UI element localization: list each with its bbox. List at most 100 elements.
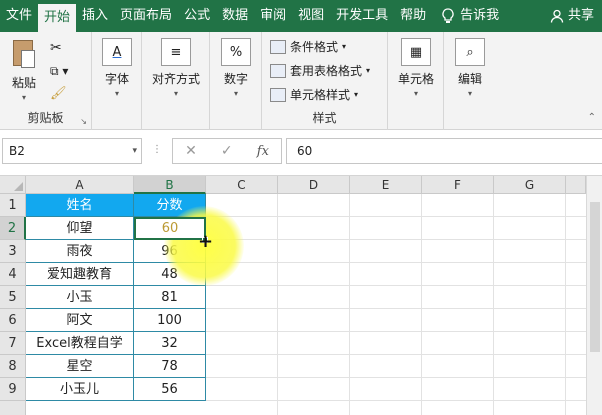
table-cell-name[interactable]: Excel教程自学	[26, 332, 134, 355]
paste-dropdown-icon[interactable]: ▾	[2, 93, 46, 102]
worksheet-grid[interactable]: A B C D E F G 1 2 3 4 5 6 7 8 9 姓名 分数 仰望…	[0, 176, 602, 415]
dialog-launcher-icon[interactable]: ↘	[80, 117, 87, 126]
row-header-7[interactable]: 7	[0, 332, 26, 355]
active-cell-b2[interactable]: 60	[134, 217, 206, 240]
conditional-formatting-label: 条件格式	[290, 40, 339, 54]
tab-developer[interactable]: 开发工具	[330, 0, 394, 32]
align-icon: ≡	[161, 38, 191, 66]
alignment-dropdown-icon: ▾	[173, 89, 178, 98]
vertical-scrollbar[interactable]	[586, 176, 602, 415]
cells-label: 单元格	[397, 72, 434, 86]
share-button[interactable]: 共享	[544, 0, 602, 32]
table-cell-name[interactable]: 小玉	[26, 286, 134, 309]
scrollbar-thumb[interactable]	[590, 202, 600, 352]
format-painter-icon[interactable]: 🖌	[50, 86, 67, 101]
select-all-button[interactable]	[0, 176, 26, 194]
cell-styles-button[interactable]: 单元格样式 ▾	[270, 86, 358, 103]
table-cell-score[interactable]: 96	[134, 240, 206, 263]
column-header-b[interactable]: B	[134, 176, 206, 194]
table-cell-score[interactable]: 56	[134, 378, 206, 401]
conditional-formatting-icon	[270, 39, 286, 54]
tab-help[interactable]: 帮助	[394, 0, 432, 32]
editing-dropdown-icon: ▾	[467, 89, 472, 98]
tab-home[interactable]: 开始	[38, 4, 77, 32]
share-label: 共享	[567, 8, 594, 23]
paste-icon	[11, 38, 37, 70]
table-header-name[interactable]: 姓名	[26, 194, 134, 217]
tab-page-layout[interactable]: 页面布局	[114, 0, 178, 32]
conditional-formatting-button[interactable]: 条件格式 ▾	[270, 38, 346, 55]
ribbon-tab-bar: 文件 开始 插入 页面布局 公式 数据 审阅 视图 开发工具 帮助 告诉我 共享	[0, 0, 602, 32]
name-box-value: B2	[9, 144, 25, 158]
table-cell-name[interactable]: 星空	[26, 355, 134, 378]
row-header-9[interactable]: 9	[0, 378, 26, 401]
crosshair-cursor-icon: +	[198, 231, 214, 252]
table-cell-name[interactable]: 小玉儿	[26, 378, 134, 401]
editing-button[interactable]: ⌕ 编辑 ▾	[444, 38, 496, 98]
editing-label: 编辑	[457, 72, 482, 86]
row-header-5[interactable]: 5	[0, 286, 26, 309]
font-group: A 字体 ▾	[92, 32, 142, 130]
enter-icon[interactable]: ✓	[221, 143, 233, 159]
column-header-c[interactable]: C	[206, 176, 278, 194]
tab-review[interactable]: 审阅	[254, 0, 292, 32]
table-cell-name[interactable]: 仰望	[26, 217, 134, 240]
row-header-3[interactable]: 3	[0, 240, 26, 263]
table-cell-score[interactable]: 48	[134, 263, 206, 286]
table-cell-score[interactable]: 81	[134, 286, 206, 309]
gridline	[277, 194, 278, 415]
column-header-f[interactable]: F	[422, 176, 494, 194]
row-header-1[interactable]: 1	[0, 194, 26, 217]
formula-bar-splitter-icon[interactable]: ⋮	[152, 144, 162, 155]
alignment-label: 对齐方式	[151, 72, 200, 86]
tab-data[interactable]: 数据	[216, 0, 254, 32]
font-button[interactable]: A 字体 ▾	[92, 38, 142, 98]
clipboard-group-label: 剪贴板	[27, 111, 64, 125]
name-box-dropdown-icon[interactable]: ▾	[132, 139, 137, 163]
table-cell-score[interactable]: 100	[134, 309, 206, 332]
person-icon	[550, 9, 564, 23]
table-cell-name[interactable]: 爱知趣教育	[26, 263, 134, 286]
cells-button[interactable]: ▦ 单元格 ▾	[390, 38, 442, 98]
styles-group-label: 样式	[312, 111, 337, 125]
cells-icon: ▦	[401, 38, 431, 66]
table-cell-name[interactable]: 阿文	[26, 309, 134, 332]
alignment-button[interactable]: ≡ 对齐方式 ▾	[146, 38, 206, 98]
insert-function-icon[interactable]: fx	[257, 144, 269, 159]
tab-formulas[interactable]: 公式	[178, 0, 216, 32]
tab-insert[interactable]: 插入	[76, 0, 114, 32]
collapse-ribbon-icon[interactable]: ⌃	[588, 112, 596, 123]
row-header-8[interactable]: 8	[0, 355, 26, 378]
row-header-6[interactable]: 6	[0, 309, 26, 332]
table-cell-score[interactable]: 32	[134, 332, 206, 355]
cut-icon[interactable]: ✂	[50, 40, 62, 56]
formula-buttons: ✕ ✓ fx	[172, 138, 282, 164]
format-as-table-button[interactable]: 套用表格格式 ▾	[270, 62, 370, 79]
column-header-a[interactable]: A	[26, 176, 134, 194]
column-header-g[interactable]: G	[494, 176, 566, 194]
table-cell-score[interactable]: 78	[134, 355, 206, 378]
row-header-4[interactable]: 4	[0, 263, 26, 286]
row-header-2[interactable]: 2	[0, 217, 26, 240]
column-header-d[interactable]: D	[278, 176, 350, 194]
number-button[interactable]: % 数字 ▾	[210, 38, 262, 98]
tell-me-box[interactable]: 告诉我	[436, 0, 505, 32]
column-header-e[interactable]: E	[350, 176, 422, 194]
cells-group: ▦ 单元格 ▾	[388, 32, 444, 130]
tab-view[interactable]: 视图	[292, 0, 330, 32]
gridline	[421, 194, 422, 415]
copy-icon[interactable]: ⧉ ▾	[50, 64, 68, 79]
cells-dropdown-icon: ▾	[413, 89, 418, 98]
editing-group: ⌕ 编辑 ▾	[444, 32, 496, 130]
row-header-10[interactable]	[0, 401, 26, 415]
font-dropdown-icon: ▾	[114, 89, 119, 98]
column-header-h[interactable]	[566, 176, 586, 194]
cancel-icon[interactable]: ✕	[185, 143, 197, 159]
name-box[interactable]: B2 ▾	[2, 138, 142, 164]
paste-button[interactable]: 粘贴 ▾	[2, 38, 46, 102]
table-header-score[interactable]: 分数	[134, 194, 206, 217]
formula-input[interactable]: 60	[286, 138, 602, 164]
alignment-group: ≡ 对齐方式 ▾	[142, 32, 210, 130]
table-cell-name[interactable]: 雨夜	[26, 240, 134, 263]
tab-file[interactable]: 文件	[0, 0, 38, 32]
